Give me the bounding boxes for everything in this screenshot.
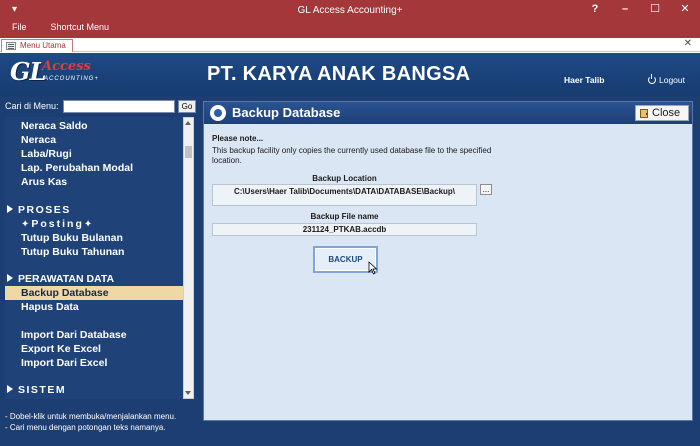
menu-item[interactable]: Hapus Data — [5, 300, 183, 314]
scroll-thumb[interactable] — [185, 146, 192, 158]
expand-arrow-icon — [7, 385, 13, 393]
menu-shortcut[interactable]: Shortcut Menu — [39, 22, 122, 32]
backup-location-field[interactable]: C:\Users\Haer Talib\Documents\DATA\DATAB… — [212, 184, 477, 206]
backup-icon — [210, 105, 226, 121]
menu-item[interactable]: Lap. Perubahan Modal — [5, 161, 183, 175]
search-input[interactable] — [63, 100, 175, 113]
main-footer — [203, 423, 693, 437]
sparkle-icon: ✦ — [83, 219, 95, 230]
note-title: Please note... — [212, 134, 264, 143]
user-name: Haer Talib — [564, 75, 605, 85]
menu-bar: File Shortcut Menu — [0, 22, 121, 32]
panel-title: Backup Database — [232, 105, 341, 120]
note-body: This backup facility only copies the cur… — [212, 146, 492, 165]
gl-access-logo: GL Access ACCOUNTING+ — [8, 57, 98, 91]
tab-menu-utama[interactable]: Menu Utama — [1, 39, 73, 52]
menu-scrollbar[interactable] — [183, 117, 194, 399]
main-area: Backup Database Close Please note... Thi… — [199, 96, 700, 446]
power-icon — [648, 74, 656, 84]
hint-line: - Dobel-klik untuk membuka/menjalankan m… — [5, 412, 177, 421]
menu-group-sistem[interactable]: SISTEM — [5, 383, 183, 397]
menu-item[interactable]: Tutup Buku Bulanan — [5, 231, 183, 245]
form-icon — [6, 42, 16, 50]
close-tab-icon[interactable]: ✕ — [684, 38, 692, 49]
menu-list[interactable]: Neraca Saldo Neraca Laba/Rugi Lap. Perub… — [5, 117, 183, 399]
sparkle-icon: ✦ — [21, 219, 32, 230]
menu-group-proses[interactable]: PROSES — [5, 203, 183, 217]
window-controls: ? – ☐ ✕ — [580, 0, 700, 20]
hint-line: - Cari menu dengan potongan teks namanya… — [5, 423, 166, 432]
backup-panel: Backup Database Close Please note... Thi… — [203, 101, 693, 421]
menu-item[interactable]: Tutup Buku Tahunan — [5, 245, 183, 259]
tab-label: Menu Utama — [20, 41, 66, 50]
backup-location-label: Backup Location — [312, 174, 377, 183]
menu-group-perawatan[interactable]: PERAWATAN DATA — [5, 272, 183, 286]
sidebar: Cari di Menu: Go Neraca Saldo Neraca Lab… — [0, 96, 199, 446]
browse-button[interactable]: ... — [480, 184, 492, 195]
logout-button[interactable]: Logout — [648, 74, 685, 85]
logo-main: GL — [10, 57, 46, 86]
backup-file-label: Backup File name — [310, 212, 379, 221]
menu-item[interactable]: Import Dari Excel — [5, 356, 183, 370]
scroll-down-icon[interactable] — [184, 388, 193, 398]
menu-item[interactable]: Import Dari Database — [5, 328, 183, 342]
help-button[interactable]: ? — [580, 0, 610, 20]
menu-search: Cari di Menu: Go — [5, 100, 196, 114]
go-button[interactable]: Go — [178, 100, 196, 113]
menu-item[interactable]: Laba/Rugi — [5, 147, 183, 161]
search-label: Cari di Menu: — [5, 101, 59, 111]
logo-sub: ACCOUNTING+ — [44, 76, 99, 82]
header-banner: GL Access ACCOUNTING+ PT. KARYA ANAK BAN… — [0, 53, 700, 96]
door-icon — [640, 109, 648, 118]
document-tab-strip: Menu Utama ✕ — [0, 38, 700, 52]
scroll-up-icon[interactable] — [184, 118, 193, 128]
menu-item[interactable]: Export Ke Excel — [5, 342, 183, 356]
mouse-cursor-icon — [368, 261, 378, 275]
logout-label: Logout — [659, 75, 685, 85]
close-window-button[interactable]: ✕ — [670, 0, 700, 20]
panel-header: Backup Database Close — [204, 102, 692, 124]
company-name: PT. KARYA ANAK BANGSA — [207, 63, 471, 85]
close-button[interactable]: Close — [635, 105, 689, 121]
menu-item[interactable]: Neraca — [5, 133, 183, 147]
menu-item[interactable]: Neraca Saldo — [5, 119, 183, 133]
logo-accent: Access — [42, 59, 91, 74]
menu-item-posting[interactable]: ✦Posting✦ — [5, 217, 183, 231]
title-bar: ▾ GL Access Accounting+ File Shortcut Me… — [0, 0, 700, 38]
maximize-button[interactable]: ☐ — [640, 0, 670, 20]
menu-item-backup-database[interactable]: Backup Database — [5, 286, 183, 300]
menu-file[interactable]: File — [0, 22, 39, 32]
minimize-button[interactable]: – — [610, 0, 640, 20]
sidebar-hints: - Dobel-klik untuk membuka/menjalankan m… — [5, 411, 197, 433]
menu-item[interactable]: Arus Kas — [5, 175, 183, 189]
backup-file-field[interactable]: 231124_PTKAB.accdb — [212, 223, 477, 236]
expand-arrow-icon — [7, 274, 13, 282]
expand-arrow-icon — [7, 205, 13, 213]
